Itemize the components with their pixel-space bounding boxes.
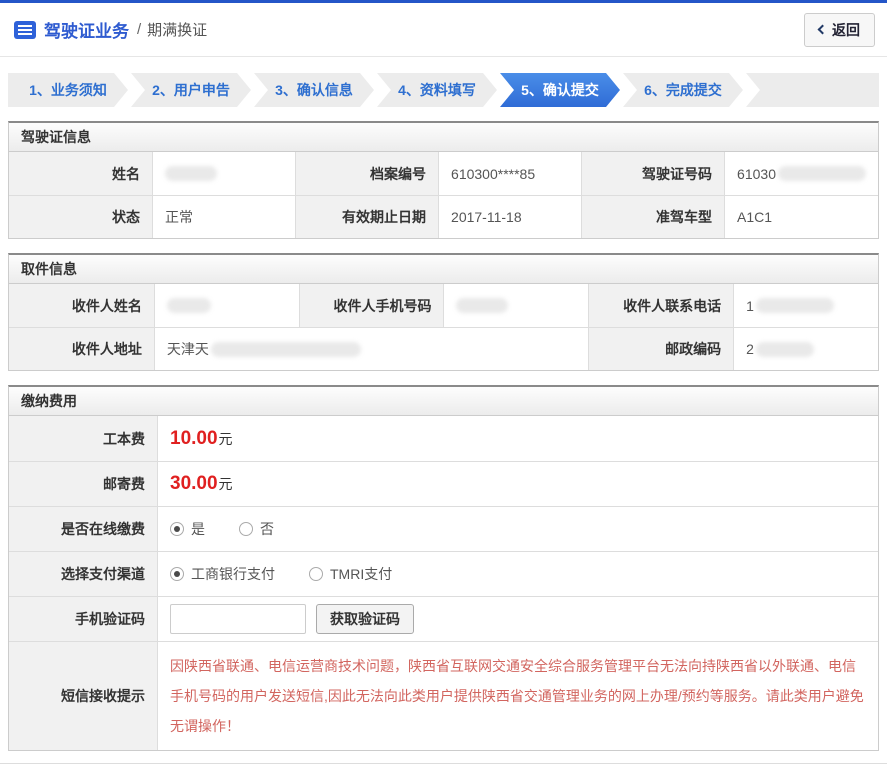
step-5-confirm-submit[interactable]: 5、确认提交: [500, 73, 620, 107]
recipient-phone-label: 收件人联系电话: [588, 284, 734, 327]
pickup-section-title: 取件信息: [9, 255, 878, 284]
recipient-address-value: 天津天: [153, 327, 589, 370]
page: 驾驶证业务 / 期满换证 返回 1、业务须知 2、用户申告 3、确认信息 4、资…: [0, 0, 887, 768]
license-no-value: 61030: [724, 152, 878, 195]
back-button[interactable]: 返回: [804, 12, 875, 47]
production-fee-value: 10.00 元: [157, 416, 878, 461]
redacted-value: [165, 166, 217, 181]
production-fee-label: 工本费: [9, 416, 157, 461]
redacted-value: [166, 298, 211, 313]
back-button-label: 返回: [832, 21, 860, 38]
sms-notice-cell: 因陕西省联通、电信运营商技术问题，陕西省互联网交通安全综合服务管理平台无法向持陕…: [157, 641, 878, 750]
online-yes-label: 是: [191, 521, 205, 537]
postcode-value: 2: [733, 327, 878, 370]
step-nav: 1、业务须知 2、用户申告 3、确认信息 4、资料填写 5、确认提交 6、完成提…: [8, 73, 879, 107]
status-label: 状态: [9, 195, 152, 238]
radio-unselected-icon[interactable]: [309, 567, 323, 581]
recipient-mobile-value: [443, 284, 589, 327]
bottom-divider: [0, 763, 887, 764]
pickup-info-section: 取件信息 收件人姓名 收件人手机号码 收件人联系电话 1 收件人地址 天津天 邮…: [8, 253, 879, 371]
license-info-section: 驾驶证信息 姓名 档案编号 610300****85 驾驶证号码 61030 状…: [8, 121, 879, 239]
step-1-business-notice[interactable]: 1、业务须知: [8, 73, 128, 107]
step-2-user-declaration[interactable]: 2、用户申告: [131, 73, 251, 107]
footer-actions: 上一步 完成: [0, 751, 887, 768]
get-code-button[interactable]: 获取验证码: [316, 604, 414, 634]
online-no-label: 否: [260, 521, 274, 537]
recipient-mobile-label: 收件人手机号码: [298, 284, 444, 327]
recipient-address-label: 收件人地址: [9, 327, 154, 370]
page-header: 驾驶证业务 / 期满换证 返回: [0, 3, 887, 57]
step-nav-filler: [746, 73, 879, 107]
file-no-label: 档案编号: [295, 152, 439, 195]
document-list-icon: [14, 20, 36, 39]
recipient-name-label: 收件人姓名: [9, 284, 154, 327]
mailing-fee-value: 30.00 元: [157, 461, 878, 506]
name-value: [152, 152, 296, 195]
online-yes-option[interactable]: 是: [170, 519, 205, 539]
radio-selected-icon[interactable]: [170, 567, 184, 581]
mailing-fee-label: 邮寄费: [9, 461, 157, 506]
channel-icbc-label: 工商银行支付: [191, 566, 275, 582]
redacted-value: [755, 298, 834, 313]
license-no-label: 驾驶证号码: [581, 152, 725, 195]
payment-section: 缴纳费用 工本费 10.00元 邮寄费 30.00元 是否在线缴费 是 否: [8, 385, 879, 751]
sms-code-label: 手机验证码: [9, 596, 157, 641]
online-no-option[interactable]: 否: [239, 519, 274, 539]
file-no-value: 610300****85: [438, 152, 582, 195]
sms-code-row: 获取验证码: [157, 596, 878, 641]
license-section-title: 驾驶证信息: [9, 123, 878, 152]
step-6-complete-submit[interactable]: 6、完成提交: [623, 73, 743, 107]
recipient-name-value: [153, 284, 299, 327]
channel-tmri-label: TMRI支付: [330, 566, 393, 582]
vehicle-type-label: 准驾车型: [581, 195, 725, 238]
expiry-label: 有效期止日期: [295, 195, 439, 238]
step-4-fill-material[interactable]: 4、资料填写: [377, 73, 497, 107]
expiry-value: 2017-11-18: [438, 195, 582, 238]
radio-unselected-icon[interactable]: [239, 522, 253, 536]
page-title: 驾驶证业务: [44, 22, 129, 41]
channel-icbc-option[interactable]: 工商银行支付: [170, 564, 275, 584]
online-payment-options: 是 否: [157, 506, 878, 551]
sms-notice-text: 因陕西省联通、电信运营商技术问题，陕西省互联网交通安全综合服务管理平台无法向持陕…: [170, 658, 864, 734]
payment-channel-label: 选择支付渠道: [9, 551, 157, 596]
redacted-value: [777, 166, 866, 181]
radio-selected-icon[interactable]: [170, 522, 184, 536]
redacted-value: [210, 341, 361, 357]
sms-notice-label: 短信接收提示: [9, 641, 157, 750]
online-payment-label: 是否在线缴费: [9, 506, 157, 551]
redacted-value: [456, 298, 509, 313]
status-value: 正常: [152, 195, 296, 238]
payment-channel-options: 工商银行支付 TMRI支付: [157, 551, 878, 596]
vehicle-type-value: A1C1: [724, 195, 878, 238]
step-3-confirm-info[interactable]: 3、确认信息: [254, 73, 374, 107]
name-label: 姓名: [9, 152, 152, 195]
postcode-label: 邮政编码: [588, 327, 734, 370]
breadcrumb-current: 期满换证: [147, 22, 208, 39]
chevron-left-icon: [817, 24, 828, 35]
payment-section-title: 缴纳费用: [9, 387, 878, 416]
redacted-value: [755, 341, 814, 357]
breadcrumb-separator: /: [137, 21, 142, 38]
channel-tmri-option[interactable]: TMRI支付: [309, 564, 392, 584]
sms-code-input[interactable]: [170, 604, 306, 634]
recipient-phone-value: 1: [733, 284, 878, 327]
